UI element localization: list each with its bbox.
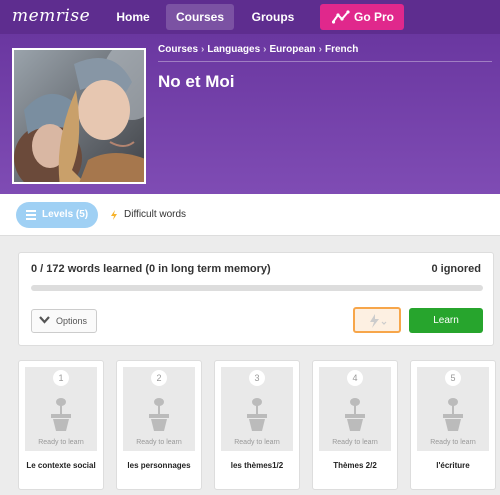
level-status: Ready to learn	[430, 439, 476, 446]
course-header: Courses › Languages › European › French No et …	[0, 34, 500, 194]
chevron-down-icon	[39, 316, 50, 324]
course-cover-image	[12, 48, 146, 184]
seedling-pot-icon	[443, 398, 463, 431]
lightning-icon	[370, 314, 387, 328]
level-thumbnail: 4 Ready to learn	[319, 367, 391, 451]
trend-chart-icon	[332, 10, 350, 24]
level-status: Ready to learn	[234, 439, 280, 446]
level-name: l'écriture	[436, 461, 470, 470]
progress-panel: 0 / 172 words learned (0 in long term me…	[18, 252, 494, 346]
level-number: 2	[151, 370, 167, 386]
level-thumbnail: 5 Ready to learn	[417, 367, 489, 451]
seedling-pot-icon	[51, 398, 71, 431]
breadcrumb-european[interactable]: European	[270, 44, 316, 55]
ignored-count[interactable]: 0 ignored	[431, 263, 481, 275]
level-thumbnail: 3 Ready to learn	[221, 367, 293, 451]
level-card[interactable]: 2 Ready to learn les personnages	[116, 360, 202, 490]
chevron-right-icon: ›	[263, 44, 267, 55]
level-name: Thèmes 2/2	[333, 461, 377, 470]
chevron-right-icon: ›	[201, 44, 205, 55]
chevron-right-icon: ›	[318, 44, 322, 55]
level-name: les thèmes1/2	[230, 461, 284, 470]
level-card[interactable]: 4 Ready to learn Thèmes 2/2	[312, 360, 398, 490]
breadcrumb-languages[interactable]: Languages	[207, 44, 260, 55]
seedling-pot-icon	[345, 398, 365, 431]
top-navigation: memrise Home Courses Groups Go Pro	[0, 0, 500, 34]
tab-levels-label: Levels (5)	[42, 209, 89, 220]
tab-levels[interactable]: Levels (5)	[16, 202, 98, 228]
lightning-icon	[111, 210, 117, 220]
options-label: Options	[56, 316, 88, 326]
list-icon	[26, 210, 36, 220]
level-card[interactable]: 5 Ready to learn l'écriture	[410, 360, 496, 490]
breadcrumb: Courses › Languages › European › French	[158, 44, 492, 62]
words-learned-text: 0 / 172 words learned (0 in long term me…	[31, 263, 271, 275]
level-thumbnail: 1 Ready to learn	[25, 367, 97, 451]
level-thumbnail: 2 Ready to learn	[123, 367, 195, 451]
level-card[interactable]: 3 Ready to learn les thèmes1/2	[214, 360, 300, 490]
level-status: Ready to learn	[332, 439, 378, 446]
speed-review-button[interactable]	[353, 307, 401, 333]
nav-courses-link[interactable]: Courses	[166, 4, 234, 30]
level-name: les personnages	[127, 461, 191, 470]
level-number: 5	[445, 370, 461, 386]
level-number: 1	[53, 370, 69, 386]
seedling-pot-icon	[149, 398, 169, 431]
seedling-pot-icon	[247, 398, 267, 431]
nav-home-link[interactable]: Home	[108, 4, 158, 30]
progress-bar	[31, 285, 483, 291]
options-button[interactable]: Options	[31, 309, 97, 333]
breadcrumb-courses[interactable]: Courses	[158, 44, 198, 55]
course-title: No et Moi	[158, 72, 235, 91]
level-number: 4	[347, 370, 363, 386]
go-pro-button[interactable]: Go Pro	[320, 4, 404, 30]
nav-groups-link[interactable]: Groups	[244, 4, 302, 30]
learn-button[interactable]: Learn	[409, 308, 483, 333]
level-name: Le contexte social	[26, 461, 96, 470]
level-status: Ready to learn	[38, 439, 84, 446]
memrise-logo[interactable]: memrise	[12, 6, 90, 26]
breadcrumb-french[interactable]: French	[325, 44, 358, 55]
level-card[interactable]: 1 Ready to learn Le contexte social	[18, 360, 104, 490]
tab-difficult-label: Difficult words	[124, 209, 187, 220]
course-tabs: Levels (5) Difficult words	[0, 194, 500, 236]
go-pro-label: Go Pro	[354, 10, 395, 24]
level-number: 3	[249, 370, 265, 386]
level-status: Ready to learn	[136, 439, 182, 446]
